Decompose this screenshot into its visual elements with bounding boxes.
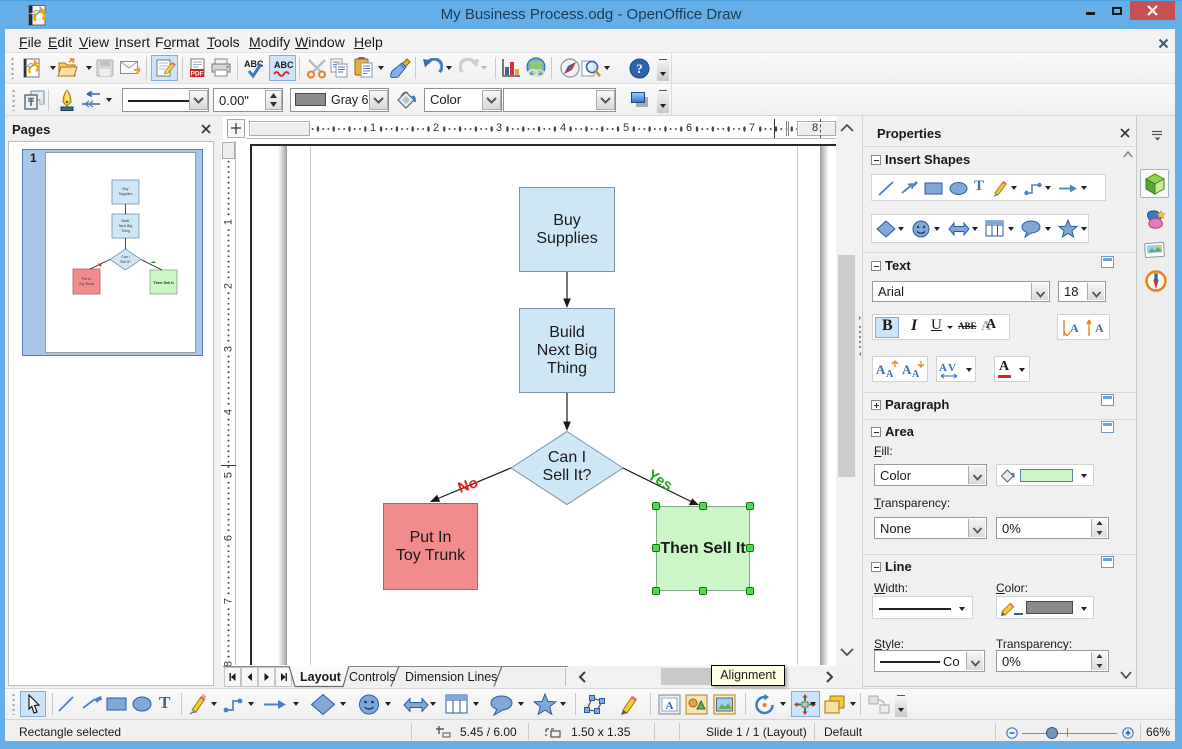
svg-text:Supplies: Supplies <box>119 192 133 196</box>
svg-text:ABC: ABC <box>274 60 294 70</box>
svg-text:Build: Build <box>122 219 130 223</box>
svg-text:A: A <box>666 700 674 712</box>
svg-text:A: A <box>1095 321 1104 335</box>
svg-text:A: A <box>1070 321 1079 335</box>
svg-text:A: A <box>876 362 886 377</box>
svg-text:Buy: Buy <box>122 187 128 191</box>
svg-text:?: ? <box>636 61 643 76</box>
svg-text:A: A <box>912 369 920 380</box>
svg-text:Put In: Put In <box>82 277 91 281</box>
svg-text:N: N <box>1154 273 1158 279</box>
svg-text:A: A <box>886 369 894 380</box>
svg-text:Then Sell It: Then Sell It <box>153 281 174 285</box>
svg-text:A: A <box>939 362 947 374</box>
svg-text:A: A <box>902 362 912 377</box>
svg-text:PDF: PDF <box>191 71 204 78</box>
svg-text:Can I: Can I <box>121 255 129 259</box>
svg-text:Thing: Thing <box>121 229 130 233</box>
svg-text:Toy Trunk: Toy Trunk <box>79 282 94 286</box>
svg-text:Sell It?: Sell It? <box>543 467 592 484</box>
svg-text:Can I: Can I <box>548 449 586 466</box>
svg-text:V: V <box>948 362 956 374</box>
svg-text:Next Big: Next Big <box>119 224 132 228</box>
svg-text:Sell It?: Sell It? <box>120 260 131 264</box>
